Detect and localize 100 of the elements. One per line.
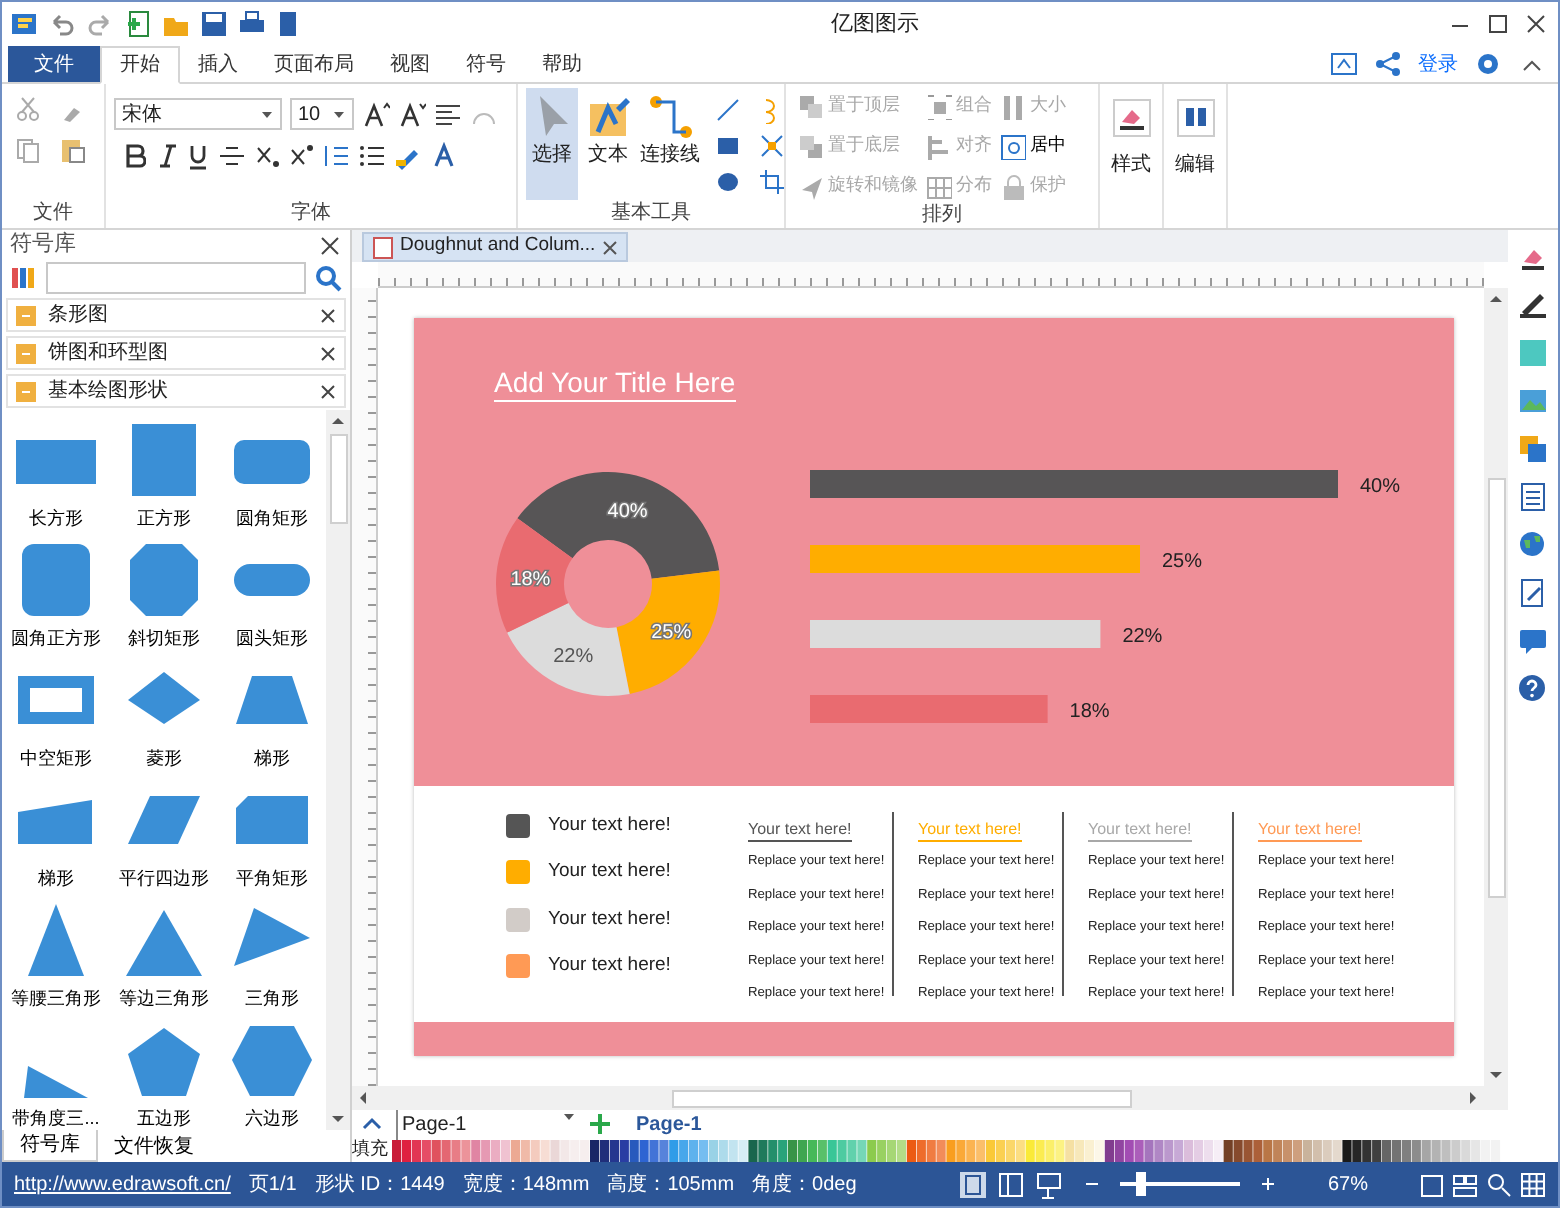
- app-logo-icon[interactable]: [10, 10, 38, 38]
- close-icon[interactable]: [318, 343, 338, 363]
- shrink-font-icon[interactable]: [398, 100, 426, 128]
- shape-item[interactable]: 五边形: [110, 1016, 218, 1136]
- ellipse-tool-icon[interactable]: [714, 168, 742, 196]
- page-tab[interactable]: Page-1: [624, 1109, 714, 1139]
- scrollbar-thumb[interactable]: [1487, 478, 1505, 898]
- subscript-icon[interactable]: [254, 142, 280, 170]
- ribbon-tab[interactable]: 帮助: [524, 46, 600, 82]
- font-size-dropdown[interactable]: 10: [290, 98, 354, 130]
- zoom-in-icon[interactable]: [1257, 1174, 1278, 1194]
- cross-tool-icon[interactable]: [758, 132, 786, 160]
- search-field[interactable]: [46, 262, 306, 294]
- shape-item[interactable]: 圆角正方形: [2, 536, 110, 656]
- search-icon[interactable]: [314, 264, 342, 292]
- login-link[interactable]: 登录: [1418, 49, 1458, 79]
- page-view-icon[interactable]: [957, 1169, 988, 1199]
- tool-button[interactable]: 文本: [582, 88, 634, 200]
- shape-item[interactable]: 带角度三...: [2, 1016, 110, 1136]
- bold-icon[interactable]: [122, 142, 146, 170]
- share-icon[interactable]: [1374, 50, 1402, 78]
- zoom-level[interactable]: 67%: [1327, 1169, 1368, 1199]
- paste-icon[interactable]: [58, 136, 86, 164]
- edit-button[interactable]: 编辑: [1175, 150, 1215, 180]
- line-tool-icon[interactable]: [714, 96, 742, 124]
- help-icon[interactable]: [1518, 674, 1548, 704]
- shape-item[interactable]: 六边形: [218, 1016, 326, 1136]
- crop-tool-icon[interactable]: [758, 168, 786, 196]
- document-tab[interactable]: Doughnut and Colum...: [362, 232, 628, 262]
- font-name-dropdown[interactable]: 宋体: [114, 98, 282, 130]
- close-icon[interactable]: [1522, 10, 1550, 38]
- shape-item[interactable]: 平行四边形: [110, 776, 218, 896]
- shape-item[interactable]: 梯形: [2, 776, 110, 896]
- underline-icon[interactable]: [186, 142, 210, 170]
- close-icon[interactable]: [318, 305, 338, 325]
- strikethrough-icon[interactable]: [218, 142, 246, 170]
- fit-width-icon[interactable]: [1452, 1171, 1478, 1197]
- shape-item[interactable]: 菱形: [110, 656, 218, 776]
- library-icon[interactable]: [10, 264, 38, 292]
- caret-icon[interactable]: [332, 108, 346, 120]
- italic-icon[interactable]: [154, 142, 178, 170]
- panel-tab[interactable]: 符号库: [2, 1130, 98, 1162]
- shape-item[interactable]: 梯形: [218, 656, 326, 776]
- shape-item[interactable]: 中空矩形: [2, 656, 110, 776]
- ribbon-tab[interactable]: 插入: [180, 46, 256, 82]
- shape-item[interactable]: 正方形: [110, 416, 218, 536]
- style-button[interactable]: 样式: [1111, 150, 1151, 180]
- scrollbar-thumb[interactable]: [672, 1089, 1132, 1107]
- screen-share-icon[interactable]: [1330, 50, 1358, 78]
- ribbon-tab[interactable]: 页面布局: [256, 46, 372, 82]
- new-file-icon[interactable]: [124, 10, 152, 38]
- shape-item[interactable]: 等腰三角形: [2, 896, 110, 1016]
- shape-item[interactable]: 三角形: [218, 896, 326, 1016]
- font-color-icon[interactable]: [430, 142, 458, 170]
- image-icon[interactable]: [1518, 386, 1548, 416]
- maximize-icon[interactable]: [1484, 10, 1512, 38]
- fill-swatch-icon[interactable]: [1518, 338, 1548, 368]
- document-list-icon[interactable]: [1518, 482, 1548, 512]
- style-brush-icon[interactable]: [1111, 98, 1151, 138]
- shape-item[interactable]: 圆头矩形: [218, 536, 326, 656]
- caret-icon[interactable]: [260, 108, 274, 120]
- align-icon[interactable]: [434, 100, 462, 128]
- edit-document-icon[interactable]: [1518, 578, 1548, 608]
- comment-icon[interactable]: [1518, 626, 1548, 656]
- shape-item[interactable]: 长方形: [2, 416, 110, 536]
- superscript-icon[interactable]: [288, 142, 314, 170]
- bullet-list-icon[interactable]: [358, 142, 386, 170]
- shape-item[interactable]: 圆角矩形: [218, 416, 326, 536]
- website-link[interactable]: http://www.edrawsoft.cn/: [14, 1169, 231, 1199]
- fit-page-icon[interactable]: [1418, 1171, 1444, 1197]
- close-icon[interactable]: [318, 381, 338, 401]
- shape-item[interactable]: 斜切矩形: [110, 536, 218, 656]
- zoom-slider-thumb[interactable]: [1135, 1172, 1146, 1196]
- line-spacing-icon[interactable]: [322, 142, 350, 170]
- shape-item[interactable]: 平角矩形: [218, 776, 326, 896]
- panel-tab[interactable]: 文件恢复: [98, 1130, 210, 1162]
- ribbon-tab[interactable]: 开始: [100, 46, 180, 84]
- print-icon[interactable]: [238, 10, 266, 38]
- save-icon[interactable]: [200, 10, 228, 38]
- tool-button[interactable]: 连接线: [638, 88, 702, 200]
- tool-button[interactable]: 选择: [526, 88, 578, 200]
- web-view-icon[interactable]: [995, 1169, 1026, 1199]
- ribbon-tab[interactable]: 视图: [372, 46, 448, 82]
- scrollbar-thumb[interactable]: [329, 434, 347, 524]
- globe-icon[interactable]: [1518, 530, 1548, 560]
- add-page-icon[interactable]: [588, 1112, 612, 1136]
- line-pen-icon[interactable]: [1518, 290, 1548, 320]
- arrange-button[interactable]: 居中: [996, 130, 1070, 162]
- file-menu-tab[interactable]: 文件: [8, 46, 100, 82]
- close-icon[interactable]: [318, 233, 342, 257]
- rectangle-tool-icon[interactable]: [714, 132, 742, 160]
- shape-item[interactable]: 等边三角形: [110, 896, 218, 1016]
- grow-font-icon[interactable]: [362, 100, 390, 128]
- grid-icon[interactable]: [1520, 1171, 1546, 1197]
- undo-icon[interactable]: [48, 10, 76, 38]
- color-palette[interactable]: [392, 1139, 1502, 1161]
- layers-icon[interactable]: [1518, 434, 1548, 464]
- presentation-icon[interactable]: [1033, 1169, 1064, 1199]
- zoom-search-icon[interactable]: [1486, 1171, 1512, 1197]
- ribbon-tab[interactable]: 符号: [448, 46, 524, 82]
